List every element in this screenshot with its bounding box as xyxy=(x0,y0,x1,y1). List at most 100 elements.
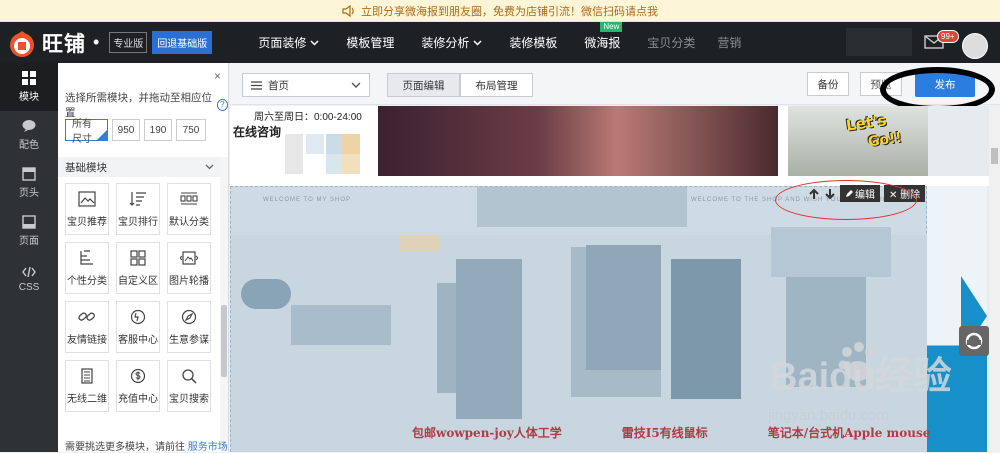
size-option-750[interactable]: 750 xyxy=(176,119,206,141)
speaker-icon xyxy=(342,4,354,17)
module-label: 个性分类 xyxy=(67,275,107,287)
chevron-down-icon xyxy=(351,82,361,88)
lets-go-text: Let's xyxy=(844,111,888,135)
store-info-block[interactable]: 周六至周日：0:00-24:00 在线咨询 xyxy=(230,106,378,176)
page-select[interactable]: 首页 xyxy=(242,73,370,97)
page-select-value: 首页 xyxy=(268,79,289,92)
module-label: 自定义区 xyxy=(118,275,158,287)
panel-scrollbar-thumb[interactable] xyxy=(221,305,227,377)
nav-item-analysis[interactable]: 装修分析 xyxy=(421,34,482,51)
header-icon xyxy=(22,167,36,181)
module-label: 宝贝排行 xyxy=(118,216,158,228)
image-icon xyxy=(78,190,96,207)
watermark-url: jingyan.baidu.com xyxy=(768,407,889,424)
module-item-wireless-qr[interactable]: 无线二维 xyxy=(65,360,109,412)
section-header-basic[interactable]: 基础模块 xyxy=(58,157,220,177)
panel-footer-text: 需要挑选更多模块，请前往 xyxy=(65,442,185,453)
backup-button[interactable]: 备份 xyxy=(807,72,849,96)
section-title: 基础模块 xyxy=(65,161,107,174)
nav-item-template-market[interactable]: 装修模板 xyxy=(509,34,557,51)
rail-item-colors[interactable]: 配色 xyxy=(0,111,58,159)
logo[interactable]: 旺铺 • 专业版 回退基础版 xyxy=(7,28,213,58)
close-icon[interactable]: × xyxy=(214,69,221,83)
help-icon[interactable]: ? xyxy=(216,99,228,111)
downgrade-button[interactable]: 回退基础版 xyxy=(152,31,213,54)
blur-block xyxy=(285,134,303,174)
module-panel: × 选择所需模块，并拖动至相应位置 ? 所有尺寸 950 190 750 基础模… xyxy=(58,63,229,453)
ranking-icon xyxy=(129,191,146,206)
chevron-down-icon xyxy=(310,39,319,46)
nav-item-label: 装修模板 xyxy=(509,36,558,50)
size-option-190[interactable]: 190 xyxy=(144,119,172,141)
module-item-default-category[interactable]: 默认分类 xyxy=(167,183,211,235)
module-item-custom-area[interactable]: 自定义区 xyxy=(116,242,160,294)
blur-block xyxy=(326,154,342,174)
chevron-down-icon xyxy=(473,39,482,46)
nav-item-category[interactable]: 宝贝分类 xyxy=(647,34,695,51)
module-item-custom-category[interactable]: 个性分类 xyxy=(65,242,109,294)
qrcode-icon xyxy=(81,367,93,384)
link-icon xyxy=(78,312,95,321)
size-option-950[interactable]: 950 xyxy=(112,119,140,141)
online-consult-label: 在线咨询 xyxy=(233,125,282,139)
notice-bar[interactable]: 立即分享微海报到朋友圈，免费为店铺引流！微信扫码请点我 xyxy=(0,0,1000,22)
module-item-product-search[interactable]: 宝贝搜索 xyxy=(167,360,211,412)
rail-item-page[interactable]: 页面 xyxy=(0,207,58,255)
tab-layout-manage[interactable]: 布局管理 xyxy=(460,73,533,97)
rail-item-header[interactable]: 页头 xyxy=(0,159,58,207)
avatar[interactable] xyxy=(962,33,988,59)
nav-item-label: 宝贝分类 xyxy=(647,36,696,50)
nav-item-marketing[interactable]: 营销 xyxy=(717,34,741,51)
module-item-product-recommend[interactable]: 宝贝推荐 xyxy=(65,183,109,235)
blurred-username xyxy=(846,28,912,56)
blur-block xyxy=(586,245,661,370)
nav-item-templates[interactable]: 模板管理 xyxy=(346,34,394,51)
carousel-icon xyxy=(180,250,198,265)
module-item-image-carousel[interactable]: 图片轮播 xyxy=(167,242,211,294)
module-label: 友情链接 xyxy=(67,334,107,346)
module-label: 宝贝搜索 xyxy=(169,393,209,405)
rail-item-modules[interactable]: 模块 xyxy=(0,63,58,111)
nav-item-label: 页面装修 xyxy=(258,36,307,50)
dollar-icon xyxy=(130,368,146,383)
mascot-logo-icon xyxy=(10,30,34,57)
main-nav: 页面装修 模板管理 装修分析 装修模板 微海报 New 宝贝分类 营销 xyxy=(258,22,763,63)
blur-block xyxy=(771,227,891,277)
notice-text[interactable]: 立即分享微海报到朋友圈，免费为店铺引流！微信扫码请点我 xyxy=(361,3,658,19)
caption-item: 雷技I5有线鼠标 xyxy=(621,426,708,440)
size-option-all[interactable]: 所有尺寸 xyxy=(65,119,108,145)
nav-item-decorate[interactable]: 页面装修 xyxy=(258,34,319,51)
chevron-down-icon xyxy=(205,164,214,170)
nav-item-label: 装修分析 xyxy=(421,36,470,50)
editor-canvas[interactable]: 周六至周日：0:00-24:00 在线咨询 Let's Go!! WELCOME… xyxy=(230,106,990,452)
module-item-product-ranking[interactable]: 宝贝排行 xyxy=(116,183,160,235)
rail-item-css[interactable]: CSS xyxy=(0,255,58,303)
canvas-scrollbar-thumb[interactable] xyxy=(991,148,998,164)
caption-item: 包邮wowpen-joy人体工学 xyxy=(412,426,562,440)
caption-item: 笔记本/台式机Apple mouse xyxy=(767,426,931,440)
service-market-link[interactable]: 服务市场 xyxy=(188,442,228,453)
canvas-scrollbar[interactable] xyxy=(989,106,1000,452)
new-badge: New xyxy=(600,22,623,32)
module-grid: 宝贝推荐 宝贝排行 默认分类 个性分类 自定义区 图片轮播 友情链接 客服中心 xyxy=(65,183,211,412)
nav-item-poster[interactable]: 微海报 New xyxy=(584,22,623,51)
product-captions: 包邮wowpen-joy人体工学 雷技I5有线鼠标 笔记本/台式机Apple m… xyxy=(380,424,930,441)
module-item-friend-links[interactable]: 友情链接 xyxy=(65,301,109,353)
module-item-business-advisor[interactable]: 生意参谋 xyxy=(167,301,211,353)
lets-go-text: Go!! xyxy=(867,129,903,151)
code-icon xyxy=(22,266,36,278)
module-item-service-center[interactable]: 客服中心 xyxy=(116,301,160,353)
right-promo-block[interactable] xyxy=(927,186,987,452)
panel-scrollbar[interactable] xyxy=(220,157,228,451)
palette-icon xyxy=(22,120,36,132)
module-label: 无线二维 xyxy=(67,393,107,405)
banner-image[interactable] xyxy=(378,106,778,176)
welcome-left-text: WELCOME TO MY SHOP xyxy=(263,197,352,203)
blur-block xyxy=(399,235,439,251)
module-item-recharge-center[interactable]: 充值中心 xyxy=(116,360,160,412)
tab-page-edit[interactable]: 页面编辑 xyxy=(387,73,460,97)
lets-go-image[interactable]: Let's Go!! xyxy=(788,106,928,176)
module-label: 充值中心 xyxy=(118,393,158,405)
module-label: 客服中心 xyxy=(118,334,158,346)
floating-helper-button[interactable] xyxy=(959,326,989,356)
